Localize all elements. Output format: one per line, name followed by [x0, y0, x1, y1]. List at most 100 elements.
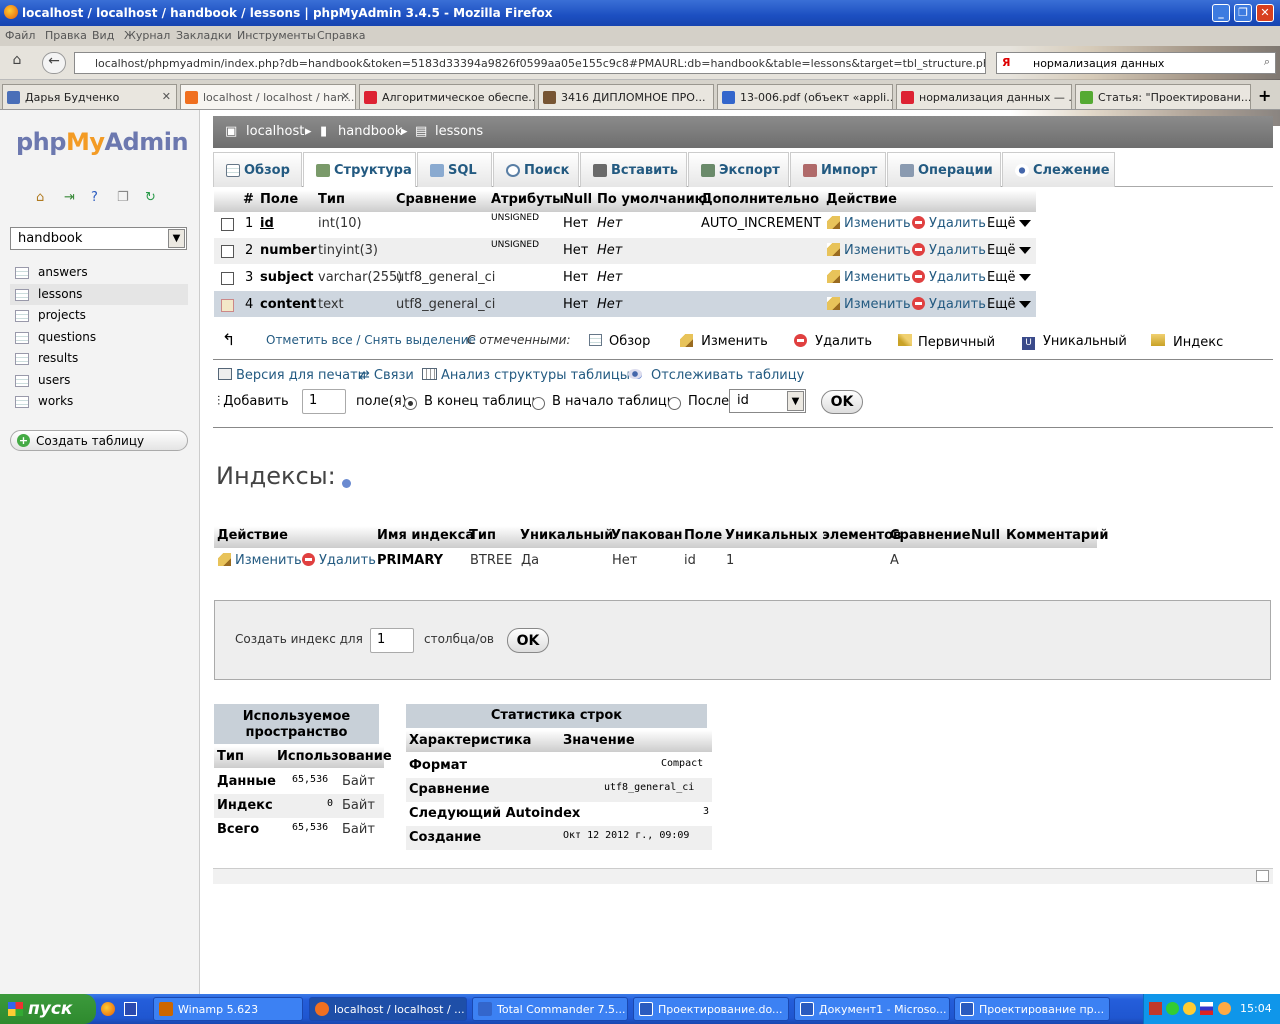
- menu-edit[interactable]: Правка: [45, 29, 87, 42]
- check-all-link[interactable]: Отметить все / Снять выделение: [266, 333, 476, 347]
- tab-sql[interactable]: SQL: [417, 152, 492, 187]
- more-dropdown[interactable]: Ещё: [987, 270, 1032, 285]
- database-select[interactable]: handbook ▼: [10, 227, 187, 250]
- browser-tab[interactable]: нормализация данных — ...: [896, 84, 1072, 109]
- breadcrumb-server[interactable]: localhost: [246, 124, 304, 139]
- start-button[interactable]: пуск: [0, 994, 96, 1024]
- taskbar-item-word-3[interactable]: Проектирование пр...: [954, 997, 1110, 1021]
- close-tab-icon[interactable]: ✕: [162, 90, 171, 103]
- track-table-link[interactable]: Отслеживать таблицу: [628, 368, 804, 383]
- tab-export[interactable]: Экспорт: [688, 152, 789, 187]
- edit-link[interactable]: Изменить: [827, 270, 911, 285]
- menu-view[interactable]: Вид: [92, 29, 114, 42]
- index-edit-link[interactable]: Изменить: [218, 553, 302, 568]
- search-input[interactable]: Я нормализация данных ⌕: [996, 52, 1276, 74]
- new-window-icon[interactable]: [1256, 870, 1269, 882]
- sidebar-table-users[interactable]: users: [10, 370, 188, 391]
- help-icon[interactable]: [342, 479, 351, 488]
- search-icon[interactable]: ⌕: [1264, 55, 1270, 69]
- firefox-quicklaunch-icon[interactable]: [101, 1002, 115, 1016]
- row-checkbox[interactable]: [221, 299, 234, 312]
- row-checkbox[interactable]: [221, 272, 234, 285]
- tray-app-icon[interactable]: [1166, 1002, 1179, 1015]
- breadcrumb-db[interactable]: handbook: [338, 124, 402, 139]
- taskbar-item-word-1[interactable]: Проектирование.do...: [633, 997, 789, 1021]
- sidebar-table-projects[interactable]: projects: [10, 305, 188, 326]
- home-icon[interactable]: ⌂: [36, 190, 44, 205]
- minimize-button[interactable]: _: [1212, 4, 1230, 22]
- sidebar-table-answers[interactable]: answers: [10, 262, 188, 283]
- col-header[interactable]: Сравнение: [396, 192, 477, 207]
- delete-link[interactable]: Удалить: [912, 243, 986, 258]
- radio-after[interactable]: [668, 397, 681, 410]
- after-field-select[interactable]: id ▼: [729, 389, 806, 413]
- taskbar-item-total-commander[interactable]: Total Commander 7.5...: [472, 997, 628, 1021]
- tray-app-icon[interactable]: [1218, 1002, 1231, 1015]
- url-bar[interactable]: localhost/phpmyadmin/index.php?db=handbo…: [74, 52, 986, 74]
- radio-at-start[interactable]: [532, 397, 545, 410]
- col-header[interactable]: Тип: [318, 192, 345, 207]
- edit-link[interactable]: Изменить: [827, 243, 911, 258]
- reload-icon[interactable]: ↻: [145, 190, 156, 205]
- back-button[interactable]: ←: [42, 52, 66, 74]
- close-tab-icon[interactable]: ✕: [341, 90, 350, 103]
- edit-link[interactable]: Изменить: [827, 216, 911, 231]
- logout-icon[interactable]: ⇥: [64, 190, 75, 205]
- language-flag-icon[interactable]: [1200, 1002, 1213, 1015]
- tab-insert[interactable]: Вставить: [580, 152, 687, 187]
- col-header[interactable]: Дополнительно: [701, 192, 819, 207]
- home-icon[interactable]: ⌂: [5, 52, 29, 74]
- tab-search[interactable]: Поиск: [493, 152, 579, 187]
- save-quicklaunch-icon[interactable]: [124, 1002, 137, 1016]
- menu-tools[interactable]: Инструменты: [237, 29, 316, 42]
- bulk-edit-button[interactable]: Изменить: [680, 334, 768, 349]
- tab-operations[interactable]: Операции: [887, 152, 1001, 187]
- tab-tracking[interactable]: Слежение: [1002, 152, 1115, 187]
- close-button[interactable]: ✕: [1256, 4, 1274, 22]
- browser-tab[interactable]: 13-006.pdf (объект «appli...: [717, 84, 893, 109]
- sidebar-table-results[interactable]: results: [10, 348, 188, 369]
- help-icon[interactable]: ?: [91, 190, 98, 205]
- bulk-primary-button[interactable]: Первичный: [898, 334, 995, 350]
- sidebar-table-questions[interactable]: questions: [10, 327, 188, 348]
- print-view-link[interactable]: Версия для печати: [218, 368, 366, 383]
- add-count-input[interactable]: 1: [302, 389, 346, 414]
- col-header[interactable]: По умолчанию: [597, 192, 707, 207]
- delete-link[interactable]: Удалить: [912, 270, 986, 285]
- radio-at-end[interactable]: [404, 397, 417, 410]
- clock[interactable]: 15:04: [1240, 1002, 1272, 1015]
- more-dropdown[interactable]: Ещё: [987, 243, 1032, 258]
- delete-link[interactable]: Удалить: [912, 216, 986, 231]
- new-tab-button[interactable]: +: [1258, 86, 1271, 105]
- tray-app-icon[interactable]: [1149, 1002, 1162, 1015]
- menu-file[interactable]: Файл: [5, 29, 35, 42]
- bulk-index-button[interactable]: Индекс: [1151, 334, 1223, 350]
- col-header[interactable]: Null: [563, 192, 592, 207]
- col-header[interactable]: Атрибуты: [491, 192, 564, 207]
- taskbar-item-word-2[interactable]: Документ1 - Microso...: [794, 997, 950, 1021]
- delete-link[interactable]: Удалить: [912, 297, 986, 312]
- more-dropdown[interactable]: Ещё: [987, 216, 1032, 231]
- sidebar-table-lessons[interactable]: lessons: [10, 284, 188, 305]
- row-checkbox[interactable]: [221, 218, 234, 231]
- create-table-button[interactable]: + Создать таблицу: [10, 430, 188, 451]
- col-header[interactable]: Поле: [260, 192, 298, 207]
- browser-tab[interactable]: Алгоритмическое обеспе...: [359, 84, 535, 109]
- bulk-unique-button[interactable]: U Уникальный: [1022, 334, 1127, 350]
- tab-structure[interactable]: Структура: [303, 152, 416, 187]
- row-checkbox[interactable]: [221, 245, 234, 258]
- browser-tab[interactable]: Статья: "Проектировани...: [1075, 84, 1251, 109]
- tab-import[interactable]: Импорт: [790, 152, 886, 187]
- taskbar-item-winamp[interactable]: Winamp 5.623: [153, 997, 303, 1021]
- taskbar-item-firefox[interactable]: localhost / localhost / ...: [309, 997, 467, 1021]
- edit-link[interactable]: Изменить: [827, 297, 911, 312]
- menu-history[interactable]: Журнал: [124, 29, 170, 42]
- browser-tab[interactable]: Дарья Будченко ✕: [2, 84, 177, 109]
- bulk-browse-button[interactable]: Обзор: [589, 334, 650, 349]
- breadcrumb-table[interactable]: lessons: [435, 124, 483, 139]
- analyze-link[interactable]: Анализ структуры таблицы: [422, 368, 643, 383]
- sidebar-table-works[interactable]: works: [10, 391, 188, 412]
- index-columns-input[interactable]: 1: [370, 628, 414, 653]
- menu-help[interactable]: Справка: [317, 29, 365, 42]
- relations-link[interactable]: ⇄ Связи: [359, 368, 414, 383]
